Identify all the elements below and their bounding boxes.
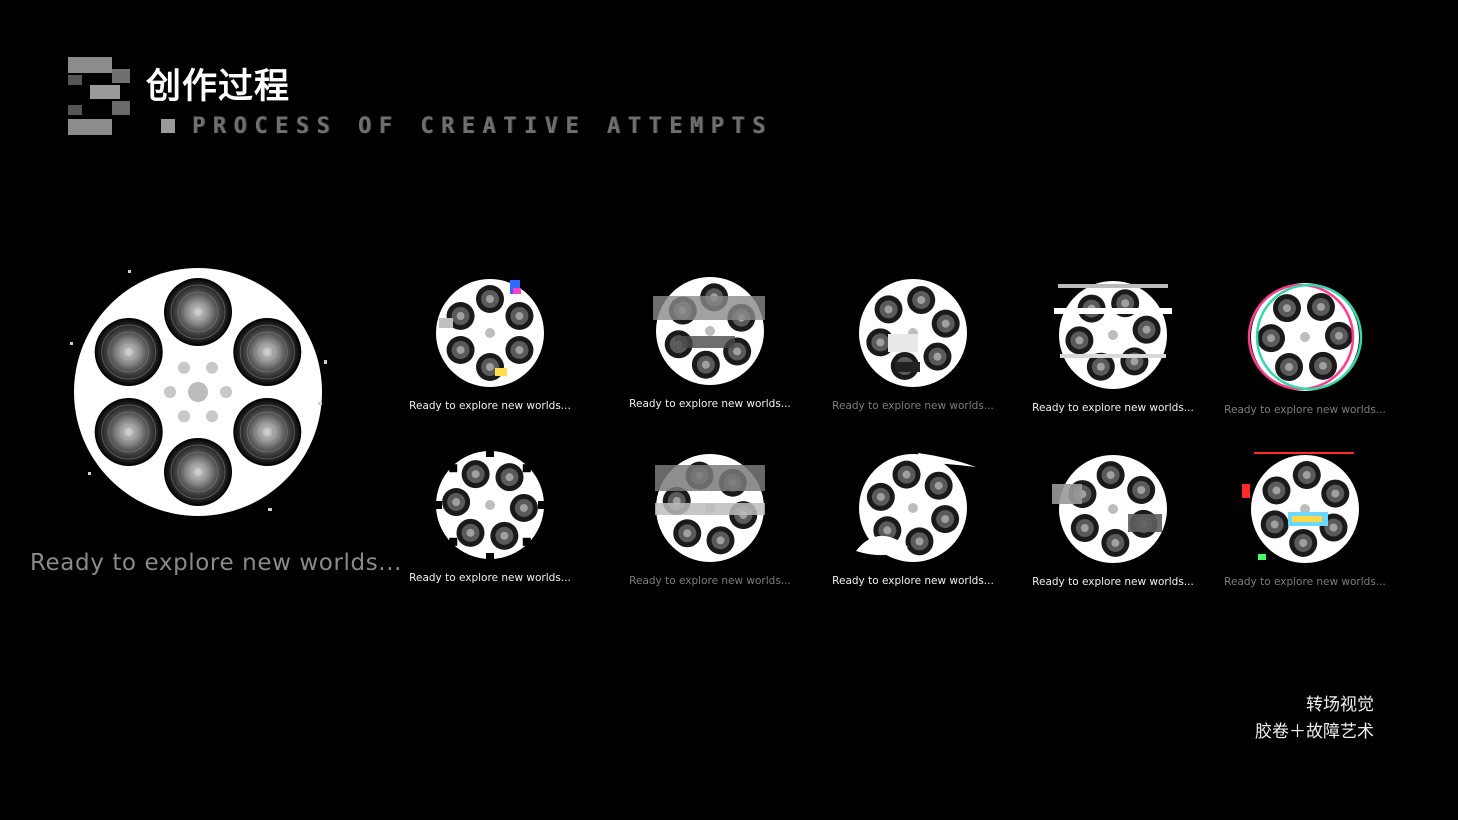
page-title: 创作过程	[146, 67, 291, 107]
reel-variant-1: Ready to explore new worlds...	[395, 268, 585, 412]
film-reel-glitch-icon	[436, 279, 544, 387]
reel-variant-4: Ready to explore new worlds...	[1018, 270, 1208, 414]
reel-variant-caption: Ready to explore new worlds...	[1032, 576, 1194, 588]
film-reel-glitch-icon	[1242, 452, 1359, 563]
footer-label-film-glitch-art: 胶卷＋故障艺术	[1255, 722, 1374, 742]
film-reel-glitch-icon	[655, 454, 765, 562]
reel-variant-caption: Ready to explore new worlds...	[1032, 402, 1194, 414]
reel-variant-caption: Ready to explore new worlds...	[832, 400, 994, 412]
reel-variant-5: Ready to explore new worlds...	[1210, 272, 1400, 416]
reel-variant-caption: Ready to explore new worlds...	[1224, 576, 1386, 588]
footer-label-transition-visual: 转场视觉	[1306, 695, 1374, 715]
reel-variant-6: Ready to explore new worlds...	[395, 440, 585, 584]
subtitle-bullet	[161, 119, 175, 133]
reel-variant-9: Ready to explore new worlds...	[1018, 444, 1208, 588]
reel-variant-caption: Ready to explore new worlds...	[409, 400, 571, 412]
film-reel-glitch-icon	[859, 279, 967, 387]
film-reel-icon-large	[70, 268, 327, 516]
reel-variant-caption: Ready to explore new worlds...	[629, 398, 791, 410]
reel-variant-8: Ready to explore new worlds...	[818, 443, 1008, 587]
reel-variant-caption: Ready to explore new worlds...	[832, 575, 994, 587]
film-reel-glitch-icon	[434, 449, 546, 561]
film-reel-glitch-icon	[1247, 283, 1363, 391]
reel-variant-2: Ready to explore new worlds...	[615, 266, 805, 410]
reel-variant-10: Ready to explore new worlds...	[1210, 444, 1400, 588]
page-subtitle: PROCESS OF CREATIVE ATTEMPTS	[192, 114, 773, 139]
reel-variant-caption: Ready to explore new worlds...	[1224, 404, 1386, 416]
reel-variant-caption: Ready to explore new worlds...	[629, 575, 791, 587]
section-number-3-icon	[68, 57, 130, 135]
reel-variant-3: Ready to explore new worlds...	[818, 268, 1008, 412]
film-reel-glitch-icon	[653, 277, 765, 385]
reel-variant-7: Ready to explore new worlds...	[615, 443, 805, 587]
film-reel-glitch-icon	[1052, 455, 1167, 563]
main-reel-caption: Ready to explore new worlds...	[30, 550, 403, 576]
film-reel-glitch-icon	[856, 453, 976, 562]
reel-variant-caption: Ready to explore new worlds...	[409, 572, 571, 584]
film-reel-glitch-icon	[1054, 281, 1172, 389]
